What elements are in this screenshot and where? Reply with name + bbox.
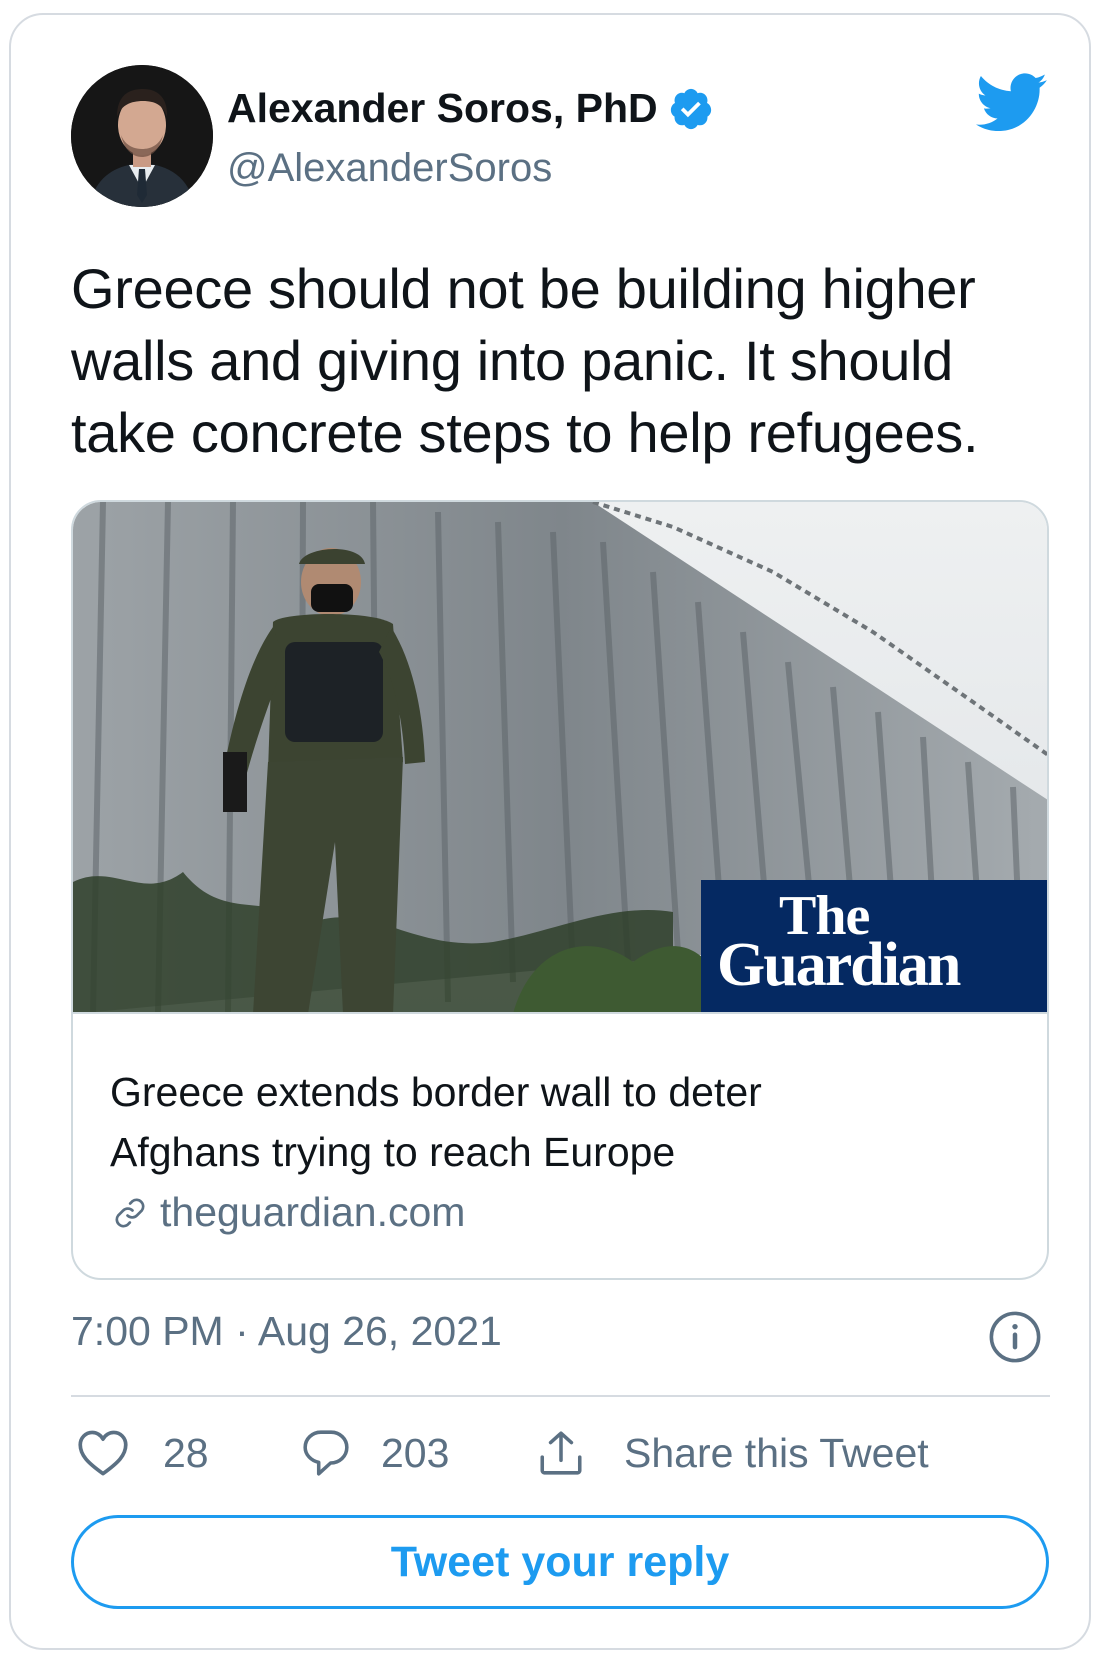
tweet-text-line: walls and giving into panic. It should: [71, 329, 954, 392]
tweet-card: Alexander Soros, PhD @AlexanderSoros Gre…: [9, 13, 1091, 1650]
link-domain-text: theguardian.com: [160, 1189, 466, 1235]
tweet-text-line: take concrete steps to help refugees.: [71, 401, 979, 464]
share-icon: [540, 1431, 582, 1475]
link-preview-card[interactable]: The Guardian Greece extends border wall …: [71, 500, 1049, 1280]
author-handle[interactable]: @AlexanderSoros: [227, 146, 552, 191]
link-title-line: Greece extends border wall to deter: [110, 1069, 762, 1115]
reply-bubble-icon: [303, 1430, 349, 1476]
avatar[interactable]: [71, 65, 213, 207]
link-icon: [115, 1198, 145, 1227]
divider: [71, 1395, 1050, 1397]
author-name-text: Alexander Soros, PhD: [227, 85, 658, 131]
link-preview-image[interactable]: The Guardian: [73, 502, 1047, 1014]
tweet-text-line: Greece should not be building higher: [71, 257, 976, 320]
verified-badge-icon: [670, 88, 711, 129]
reply-action-button[interactable]: 203: [301, 1425, 449, 1481]
guardian-logo: The Guardian: [701, 880, 1047, 1012]
like-button[interactable]: 28: [77, 1425, 209, 1481]
tweet-timestamp[interactable]: 7:00 PM · Aug 26, 2021: [71, 1308, 502, 1355]
link-domain[interactable]: theguardian.com: [110, 1189, 465, 1236]
author-name[interactable]: Alexander Soros, PhD: [227, 85, 714, 132]
like-count: 28: [163, 1429, 209, 1476]
info-icon[interactable]: [988, 1310, 1042, 1364]
reply-button-label: Tweet your reply: [390, 1537, 730, 1586]
reply-count: 203: [381, 1429, 450, 1476]
twitter-bird-icon[interactable]: [976, 73, 1048, 133]
tweet-your-reply-button[interactable]: Tweet your reply: [71, 1515, 1049, 1609]
link-title-line: Afghans trying to reach Europe: [110, 1129, 676, 1175]
tweet-text: Greece should not be building higher wal…: [71, 253, 1061, 469]
share-button[interactable]: Share this Tweet: [536, 1425, 929, 1481]
heart-icon: [78, 1430, 128, 1476]
link-title[interactable]: Greece extends border wall to deter Afgh…: [110, 1062, 1010, 1182]
guardian-logo-line: Guardian: [717, 931, 961, 999]
share-label: Share this Tweet: [624, 1429, 929, 1476]
